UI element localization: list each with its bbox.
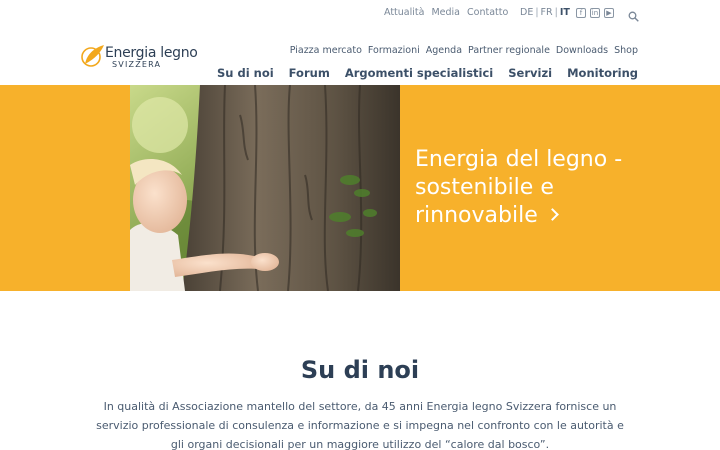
lang-separator: | xyxy=(535,7,539,18)
nav-shop[interactable]: Shop xyxy=(614,45,638,56)
nav-su-di-noi[interactable]: Su di noi xyxy=(217,66,274,80)
about-description: In qualità di Associazione mantello del … xyxy=(96,400,624,450)
section-title-su-di-noi: Su di noi xyxy=(300,356,420,384)
util-link-media[interactable]: Media xyxy=(431,7,460,18)
linkedin-icon[interactable]: in xyxy=(590,8,600,18)
language-switcher: DE | FR | IT xyxy=(520,7,570,18)
nav-servizi[interactable]: Servizi xyxy=(508,66,552,80)
hero-headline-link[interactable]: Energia del legno - sostenibile e rinnov… xyxy=(415,146,695,230)
nav-downloads[interactable]: Downloads xyxy=(556,45,608,56)
util-link-contatto[interactable]: Contatto xyxy=(467,7,508,18)
hero-banner: Energia del legno - sostenibile e rinnov… xyxy=(0,85,720,291)
lang-de[interactable]: DE xyxy=(520,7,533,18)
logo-name: Energia legno xyxy=(105,45,198,61)
nav-piazza-mercato[interactable]: Piazza mercato xyxy=(290,45,362,56)
utility-bar: Attualità Media Contatto DE | FR | IT f … xyxy=(0,7,720,22)
nav-argomenti-specialistici[interactable]: Argomenti specialistici xyxy=(345,66,493,80)
hero-line-1: Energia del legno - xyxy=(415,147,623,172)
lang-it[interactable]: IT xyxy=(560,7,570,18)
nav-formazioni[interactable]: Formazioni xyxy=(368,45,420,56)
hero-image-child-hugging-tree xyxy=(130,85,400,291)
nav-partner-regionale[interactable]: Partner regionale xyxy=(468,45,550,56)
main-nav: Su di noi Forum Argomenti specialistici … xyxy=(217,66,638,80)
logo-subtitle: SVIZZERA xyxy=(112,60,162,69)
lang-separator: | xyxy=(554,7,558,18)
flame-leaf-logo-icon xyxy=(81,45,104,67)
facebook-icon[interactable]: f xyxy=(576,8,586,18)
youtube-icon[interactable]: ▶ xyxy=(604,8,614,18)
nav-monitoring[interactable]: Monitoring xyxy=(567,66,638,80)
site-logo[interactable]: Energia legno SVIZZERA xyxy=(81,42,201,72)
hero-line-3-wrap: rinnovabile xyxy=(415,202,695,230)
social-links: f in ▶ xyxy=(576,8,614,18)
lang-fr[interactable]: FR xyxy=(541,7,553,18)
util-link-attualita[interactable]: Attualità xyxy=(384,7,424,18)
search-icon[interactable] xyxy=(628,7,639,22)
hero-line-2: sostenibile e xyxy=(415,175,554,200)
utility-links: Attualità Media Contatto xyxy=(384,7,508,18)
secondary-nav: Piazza mercato Formazioni Agenda Partner… xyxy=(290,45,638,56)
hero-line-3: rinnovabile xyxy=(415,203,538,228)
nav-agenda[interactable]: Agenda xyxy=(426,45,462,56)
nav-forum[interactable]: Forum xyxy=(289,66,330,80)
chevron-right-icon xyxy=(545,208,559,221)
